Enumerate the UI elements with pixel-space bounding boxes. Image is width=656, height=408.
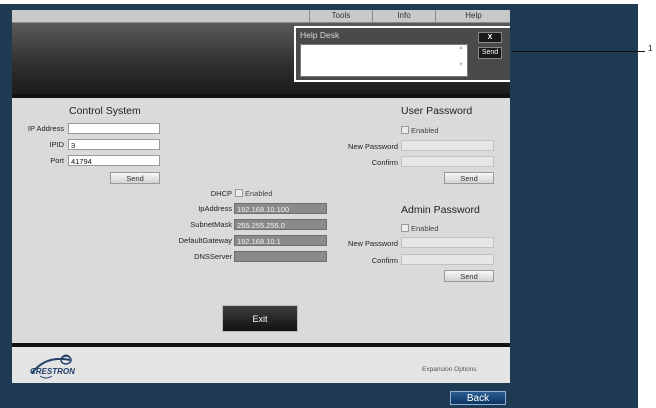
user-new-password-input[interactable] (401, 140, 494, 151)
help-desk-scrollbar[interactable]: ▲ ▼ (456, 45, 466, 74)
admin-password-enabled-checkbox[interactable] (401, 224, 409, 232)
user-confirm-label: Confirm (371, 158, 398, 167)
crestron-logo-icon: CRESTRON (30, 354, 75, 379)
user-confirm-input[interactable] (401, 156, 494, 167)
ip-address-input[interactable] (68, 123, 160, 134)
user-new-password-label: New Password (347, 142, 398, 151)
ipaddress-label: IpAddress (198, 204, 232, 213)
user-password-title: User Password (401, 105, 473, 117)
user-password-enabled-checkbox[interactable] (401, 126, 409, 134)
ipid-input[interactable]: 3 (68, 139, 160, 150)
admin-confirm-label: Confirm (371, 256, 398, 265)
admin-new-password-label: New Password (347, 239, 398, 248)
web-control-panel: Tools Info Help Help Desk X ▲ ▼ Send Con… (12, 10, 510, 383)
admin-confirm-input[interactable] (401, 254, 494, 265)
user-password-send-button[interactable]: Send (444, 172, 494, 184)
exit-button[interactable]: Exit (222, 305, 298, 332)
dhcp-enabled-label: Enabled (245, 189, 273, 198)
crestron-logo-text: CRESTRON (30, 367, 75, 376)
help-desk-send-button[interactable]: Send (478, 47, 502, 59)
default-gateway-label: DefaultGateway (178, 236, 232, 245)
footer-bar: CRESTRON Expansion Options (12, 347, 510, 383)
port-label: Port (50, 156, 64, 165)
ipid-label: IPID (49, 140, 64, 149)
header-separator (12, 94, 510, 98)
callout-leader-line (512, 51, 645, 52)
menu-help[interactable]: Help (435, 10, 510, 22)
menu-tools[interactable]: Tools (309, 10, 372, 22)
port-input[interactable]: 41794 (68, 155, 160, 166)
dns-server-label: DNSServer (194, 252, 232, 261)
user-password-enabled-label: Enabled (411, 126, 439, 135)
admin-password-send-button[interactable]: Send (444, 270, 494, 282)
subnetmask-label: SubnetMask (190, 220, 232, 229)
ip-address-label: IP Address (27, 124, 64, 133)
control-system-title: Control System (69, 105, 141, 117)
expansion-options-link[interactable]: Expansion Options (422, 366, 477, 373)
dhcp-enabled-checkbox[interactable] (235, 189, 243, 197)
admin-password-enabled-label: Enabled (411, 224, 439, 233)
control-system-send-button[interactable]: Send (110, 172, 160, 184)
callout-label: 1 (648, 44, 653, 53)
help-desk-popup: Help Desk X ▲ ▼ Send (294, 26, 510, 82)
subnetmask-field[interactable]: 255.255.255.0 (234, 219, 327, 230)
back-button[interactable]: Back (450, 391, 506, 405)
menu-info[interactable]: Info (372, 10, 435, 22)
scroll-down-icon[interactable]: ▼ (456, 62, 466, 68)
admin-password-title: Admin Password (401, 204, 480, 216)
help-desk-close-button[interactable]: X (478, 32, 502, 43)
admin-new-password-input[interactable] (401, 237, 494, 248)
top-menu-bar: Tools Info Help (12, 10, 510, 23)
ipaddress-field[interactable]: 192.168.10.100 (234, 203, 327, 214)
help-desk-message-input[interactable] (300, 44, 468, 77)
dhcp-label: DHCP (210, 189, 232, 198)
help-desk-title: Help Desk (300, 30, 340, 40)
